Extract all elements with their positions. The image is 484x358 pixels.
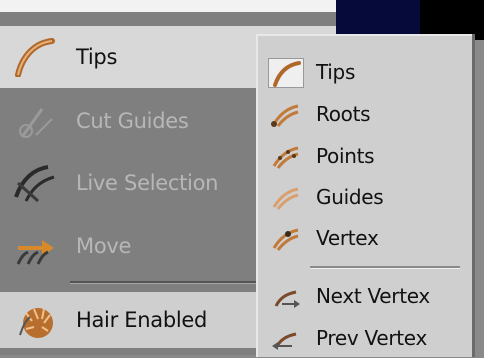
submenu-item-label: Roots [316,102,371,126]
submenu-item-label: Guides [316,185,384,209]
menu-item-label: Cut Guides [76,109,189,133]
submenu-item-next-vertex[interactable]: Next Vertex [258,276,472,316]
submenu-item-roots[interactable]: Roots [258,94,472,134]
tips-icon [268,58,304,88]
menu-item-label: Move [76,234,132,258]
top-strip [0,0,336,12]
submenu-item-label: Prev Vertex [316,326,427,350]
submenu-separator [310,266,460,269]
vertex-icon [272,228,299,251]
move-arrow-icon [16,240,54,265]
menu-item-label: Tips [76,45,118,69]
menu-item-label: Hair Enabled [76,308,208,332]
next-vertex-icon [274,290,300,308]
submenu-item-label: Points [316,144,375,168]
menu-item-label: Live Selection [76,171,219,195]
submenu-item-prev-vertex[interactable]: Prev Vertex [258,318,472,358]
hair-tips-icon [15,38,55,77]
submenu-item-label: Vertex [316,226,379,250]
submenu-item-points[interactable]: Points [258,136,472,176]
submenu-item-tips[interactable]: Tips [258,52,472,92]
guides-icon [272,187,299,210]
submenu-item-vertex[interactable]: Vertex [258,218,472,258]
points-icon [272,146,299,169]
submenu-item-label: Tips [316,60,356,84]
submenu-item-guides[interactable]: Guides [258,177,472,217]
scissors-icon [19,108,53,138]
live-selection-icon [14,165,55,203]
roots-icon [271,104,299,127]
submenu-item-label: Next Vertex [316,284,430,308]
submenu: Tips Roots Points Guides Vertex Next Ver… [256,34,472,357]
prev-vertex-icon [272,332,297,350]
hair-enabled-icon [19,308,53,338]
